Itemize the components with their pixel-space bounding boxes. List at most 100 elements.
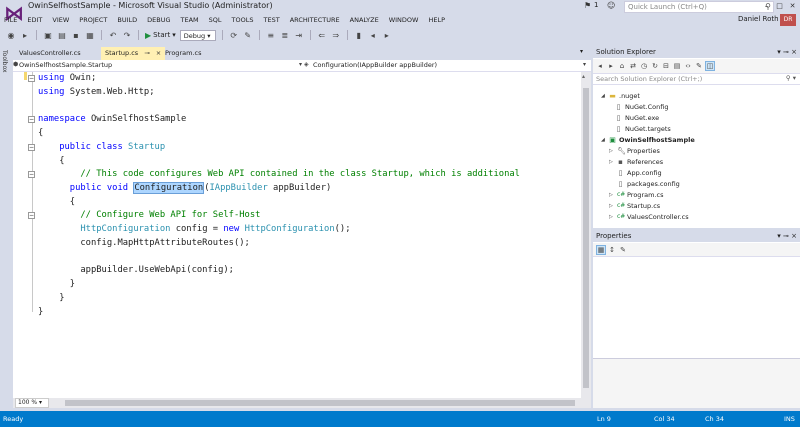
- redo-icon[interactable]: ↷: [122, 31, 132, 40]
- tree-item-valuescontroller-cs[interactable]: ▷ c# ValuesController.cs: [609, 212, 689, 222]
- tree-item-startup-cs[interactable]: ▷ c# Startup.cs: [609, 201, 660, 211]
- member-dropdown[interactable]: Configuration(IAppBuilder appBuilder): [313, 61, 437, 69]
- collapse-icon[interactable]: −: [28, 212, 35, 219]
- uncomment-icon[interactable]: ≣: [280, 31, 290, 40]
- toolbox-tab[interactable]: Toolbox: [1, 50, 8, 73]
- next-bookmark-icon[interactable]: ▸: [382, 31, 392, 40]
- start-button[interactable]: ▶ Start ▾: [145, 31, 176, 40]
- bookmark-icon[interactable]: ▮: [354, 31, 364, 40]
- collapse-icon[interactable]: −: [28, 116, 35, 123]
- sync-icon[interactable]: ⇄: [629, 62, 637, 70]
- tree-item-project[interactable]: ◢ ▣ OwinSelfhostSample: [601, 135, 695, 145]
- code-editor[interactable]: − using Owin; using System.Web.Http; − n…: [13, 72, 581, 398]
- menu-debug[interactable]: DEBUG: [147, 14, 170, 26]
- user-name[interactable]: Daniel Roth: [738, 15, 779, 23]
- chevron-down-icon[interactable]: ▾: [299, 61, 302, 68]
- menu-window[interactable]: WINDOW: [389, 14, 419, 26]
- menu-test[interactable]: TEST: [264, 14, 280, 26]
- tab-list-dropdown-icon[interactable]: ▾: [580, 48, 583, 55]
- collapse-all-icon[interactable]: ⊟: [662, 62, 670, 70]
- prev-bookmark-icon[interactable]: ◂: [368, 31, 378, 40]
- notification-flag-icon[interactable]: ⚑: [584, 1, 591, 10]
- open-icon[interactable]: ▤: [57, 31, 67, 40]
- tab-program[interactable]: Program.cs: [161, 47, 205, 60]
- user-avatar[interactable]: DR: [780, 14, 796, 26]
- tree-item-nuget-folder[interactable]: ◢ ▬ .nuget: [601, 91, 640, 101]
- alphabetical-icon[interactable]: ↕: [608, 246, 616, 254]
- menu-project[interactable]: PROJECT: [79, 14, 107, 26]
- collapsed-icon[interactable]: ▷: [609, 190, 614, 200]
- view-code-icon[interactable]: ‹›: [684, 62, 692, 70]
- collapse-icon[interactable]: −: [28, 144, 35, 151]
- menu-architecture[interactable]: ARCHITECTURE: [290, 14, 340, 26]
- find-icon[interactable]: ✎: [243, 31, 253, 40]
- menu-edit[interactable]: EDIT: [27, 14, 42, 26]
- navigate-backward-icon[interactable]: ⇐: [317, 31, 327, 40]
- close-icon[interactable]: ✕: [787, 1, 798, 11]
- menu-view[interactable]: VIEW: [52, 14, 69, 26]
- code-line-13: config.MapHttpAttributeRoutes();: [80, 238, 250, 248]
- tree-item-program-cs[interactable]: ▷ c# Program.cs: [609, 190, 663, 200]
- editor-vertical-scrollbar[interactable]: ▴: [581, 72, 591, 398]
- property-pages-icon[interactable]: ✎: [619, 246, 627, 254]
- menu-file[interactable]: FILE: [4, 14, 17, 26]
- undo-icon[interactable]: ↶: [108, 31, 118, 40]
- collapsed-icon[interactable]: ▷: [609, 201, 614, 211]
- refresh-icon[interactable]: ↻: [651, 62, 659, 70]
- type-dropdown[interactable]: OwinSelfhostSample.Startup: [19, 61, 112, 69]
- preview-icon[interactable]: ◫: [705, 61, 715, 71]
- tree-item-packages-config[interactable]: ▯ packages.config: [617, 179, 680, 189]
- expand-icon[interactable]: ◢: [601, 135, 606, 145]
- menu-team[interactable]: TEAM: [181, 14, 199, 26]
- tree-item-app-config[interactable]: ▯ App.config: [617, 168, 662, 178]
- scroll-thumb[interactable]: [65, 400, 575, 406]
- feedback-icon[interactable]: ☺: [607, 1, 615, 10]
- collapsed-icon[interactable]: ▷: [609, 157, 614, 167]
- categorized-icon[interactable]: ▦: [596, 244, 606, 255]
- quick-launch-input[interactable]: Quick Launch (Ctrl+Q) ⚲: [624, 1, 774, 13]
- back-icon[interactable]: ◉: [6, 31, 16, 40]
- maximize-icon[interactable]: □: [774, 1, 785, 11]
- menu-tools[interactable]: TOOLS: [232, 14, 254, 26]
- expand-icon[interactable]: ◢: [601, 91, 606, 101]
- forward-icon[interactable]: ▸: [607, 62, 615, 70]
- menu-help[interactable]: HELP: [428, 14, 445, 26]
- indent-icon[interactable]: ⇥: [294, 31, 304, 40]
- chevron-down-icon[interactable]: ▾: [583, 61, 586, 68]
- collapse-icon[interactable]: −: [28, 75, 35, 82]
- tree-item-nuget-targets[interactable]: ▯ NuGet.targets: [615, 124, 671, 134]
- tree-item-nuget-exe[interactable]: ▯ NuGet.exe: [615, 113, 660, 123]
- save-icon[interactable]: ▪: [71, 31, 81, 40]
- solution-explorer-search-input[interactable]: Search Solution Explorer (Ctrl+;) ⚲ ▾: [593, 73, 800, 85]
- menu-sql[interactable]: SQL: [209, 14, 222, 26]
- comment-icon[interactable]: ≡: [266, 31, 276, 40]
- minimize-icon[interactable]: –: [761, 1, 772, 11]
- tree-item-references[interactable]: ▷ ▪ References: [609, 157, 663, 167]
- properties-icon[interactable]: ✎: [695, 62, 703, 70]
- save-all-icon[interactable]: ▦: [85, 31, 95, 40]
- home-icon[interactable]: ⌂: [618, 62, 626, 70]
- new-project-icon[interactable]: ▣: [43, 31, 53, 40]
- pin-icon[interactable]: ⊸: [144, 49, 149, 57]
- pending-changes-icon[interactable]: ◷: [640, 62, 648, 70]
- solution-configuration-select[interactable]: Debug ▾: [179, 29, 216, 41]
- collapsed-icon[interactable]: ▷: [609, 146, 614, 156]
- scroll-thumb[interactable]: [583, 88, 589, 388]
- tree-item-nuget-config[interactable]: ▯ NuGet.Config: [615, 102, 669, 112]
- panel-controls[interactable]: ▾ ⊸ ×: [777, 230, 797, 242]
- collapse-icon[interactable]: −: [28, 171, 35, 178]
- tab-valuescontroller[interactable]: ValuesController.cs: [15, 47, 85, 60]
- menu-build[interactable]: BUILD: [117, 14, 137, 26]
- show-all-files-icon[interactable]: ▤: [673, 62, 681, 70]
- back-icon[interactable]: ◂: [596, 62, 604, 70]
- tree-item-properties[interactable]: ▷ 🔧︎ Properties: [609, 146, 660, 156]
- menu-analyze[interactable]: ANALYZE: [350, 14, 379, 26]
- browser-link-icon[interactable]: ⟳: [229, 31, 239, 40]
- navigate-forward-icon[interactable]: ⇒: [331, 31, 341, 40]
- panel-controls[interactable]: ▾ ⊸ ×: [777, 46, 797, 58]
- zoom-select[interactable]: 100 % ▾: [15, 398, 49, 408]
- tab-startup[interactable]: Startup.cs ⊸ ×: [101, 47, 166, 60]
- forward-icon[interactable]: ▸: [20, 31, 30, 40]
- scroll-up-icon[interactable]: ▴: [582, 73, 585, 80]
- collapsed-icon[interactable]: ▷: [609, 212, 614, 222]
